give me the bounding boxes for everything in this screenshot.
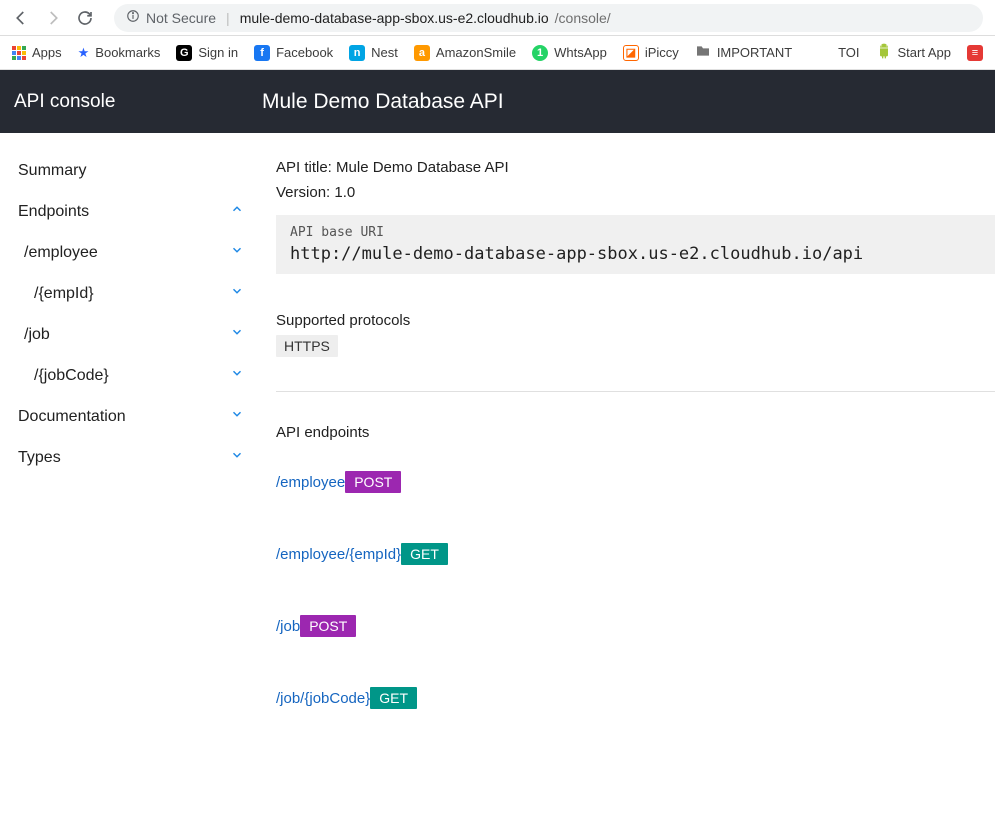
bookmark-label: Nest bbox=[371, 45, 398, 60]
endpoint-link[interactable]: /employee/{empId} bbox=[276, 546, 401, 563]
sidebar-item-label: /employee bbox=[24, 244, 98, 262]
bookmark-bookmarks[interactable]: ★ Bookmarks bbox=[78, 45, 161, 61]
sidebar-documentation[interactable]: Documentation bbox=[14, 396, 248, 437]
amazon-icon: a bbox=[414, 45, 430, 61]
method-badge[interactable]: GET bbox=[370, 687, 417, 709]
android-icon bbox=[876, 43, 892, 62]
main-content: API title: Mule Demo Database API Versio… bbox=[262, 133, 995, 799]
chevron-down-icon bbox=[230, 284, 244, 303]
protocol-badge: HTTPS bbox=[276, 335, 338, 357]
sidebar-endpoints[interactable]: Endpoints bbox=[14, 191, 248, 232]
url-path: /console/ bbox=[555, 10, 611, 26]
sidebar-item-label: Endpoints bbox=[18, 203, 89, 221]
chevron-down-icon bbox=[230, 243, 244, 262]
version-line: Version: 1.0 bbox=[276, 184, 995, 201]
address-bar[interactable]: Not Secure | mule-demo-database-app-sbox… bbox=[114, 4, 983, 32]
bookmark-label: WhtsApp bbox=[554, 45, 607, 60]
api-title-value: Mule Demo Database API bbox=[336, 159, 509, 176]
method-badge[interactable]: POST bbox=[345, 471, 401, 493]
page-title: Mule Demo Database API bbox=[262, 90, 504, 114]
bookmark-label: TOI bbox=[838, 45, 859, 60]
bookmark-nest[interactable]: n Nest bbox=[349, 45, 398, 61]
sidebar-item-label: /{jobCode} bbox=[34, 367, 109, 385]
chevron-down-icon bbox=[230, 325, 244, 344]
sidebar-endpoint-employee[interactable]: /employee bbox=[14, 232, 248, 273]
chevron-down-icon bbox=[230, 366, 244, 385]
not-secure-label: Not Secure bbox=[146, 10, 216, 26]
base-uri-value: http://mule-demo-database-app-sbox.us-e2… bbox=[290, 244, 981, 264]
sidebar-item-label: Documentation bbox=[18, 408, 126, 426]
brand-label: API console bbox=[0, 91, 262, 113]
supported-protocols-label: Supported protocols bbox=[276, 312, 995, 329]
sidebar-types[interactable]: Types bbox=[14, 437, 248, 478]
bookmark-toi[interactable]: TOI bbox=[838, 45, 859, 60]
sidebar-endpoint-jobcode[interactable]: /{jobCode} bbox=[14, 355, 248, 396]
endpoint-link[interactable]: /job/{jobCode} bbox=[276, 690, 370, 707]
endpoint-link[interactable]: /employee bbox=[276, 474, 345, 491]
sidebar-item-label: /{empId} bbox=[34, 285, 94, 303]
endpoint-block: /jobPOST bbox=[276, 615, 995, 641]
bookmark-label: AmazonSmile bbox=[436, 45, 516, 60]
bookmark-apps[interactable]: Apps bbox=[12, 45, 62, 60]
bookmark-label: iPiccy bbox=[645, 45, 679, 60]
nest-icon: n bbox=[349, 45, 365, 61]
sidebar-item-label: Types bbox=[18, 449, 61, 467]
bookmark-facebook[interactable]: f Facebook bbox=[254, 45, 333, 61]
bookmark-whtsapp[interactable]: 1 WhtsApp bbox=[532, 45, 607, 61]
endpoints-list: /employeePOST/employee/{empId}GET/jobPOS… bbox=[276, 471, 995, 713]
url-host: mule-demo-database-app-sbox.us-e2.cloudh… bbox=[240, 10, 549, 26]
divider bbox=[276, 391, 995, 392]
folder-icon bbox=[695, 43, 711, 62]
bookmark-amazonsmile[interactable]: a AmazonSmile bbox=[414, 45, 516, 61]
chevron-down-icon bbox=[230, 407, 244, 426]
version-value: 1.0 bbox=[334, 184, 355, 201]
forward-button[interactable] bbox=[44, 9, 62, 27]
chevron-up-icon bbox=[230, 202, 244, 221]
sidebar: Summary Endpoints /employee /{empId} /jo… bbox=[0, 133, 262, 799]
chevron-down-icon bbox=[230, 448, 244, 467]
endpoint-block: /employeePOST bbox=[276, 471, 995, 497]
bookmark-label: Facebook bbox=[276, 45, 333, 60]
sidebar-item-label: Summary bbox=[18, 162, 86, 180]
reload-button[interactable] bbox=[76, 9, 94, 27]
apps-icon bbox=[12, 46, 26, 60]
address-separator: | bbox=[226, 10, 230, 26]
endpoint-block: /job/{jobCode}GET bbox=[276, 687, 995, 713]
bookmark-label: Sign in bbox=[198, 45, 238, 60]
sidebar-item-label: /job bbox=[24, 326, 50, 344]
menu-icon: ≡ bbox=[967, 45, 983, 61]
bookmarks-bar: Apps ★ Bookmarks G Sign in f Facebook n … bbox=[0, 36, 995, 70]
app-header: API console Mule Demo Database API bbox=[0, 70, 995, 133]
bookmark-label: IMPORTANT bbox=[717, 45, 792, 60]
method-badge[interactable]: GET bbox=[401, 543, 448, 565]
star-icon: ★ bbox=[78, 45, 90, 61]
back-button[interactable] bbox=[12, 9, 30, 27]
endpoint-link[interactable]: /job bbox=[276, 618, 300, 635]
sidebar-endpoint-empid[interactable]: /{empId} bbox=[14, 273, 248, 314]
version-label: Version: bbox=[276, 184, 334, 201]
sidebar-endpoint-job[interactable]: /job bbox=[14, 314, 248, 355]
method-badge[interactable]: POST bbox=[300, 615, 356, 637]
signin-icon: G bbox=[176, 45, 192, 61]
base-uri-label: API base URI bbox=[290, 225, 981, 240]
api-title-label: API title: bbox=[276, 159, 336, 176]
endpoints-heading: API endpoints bbox=[276, 424, 995, 441]
base-uri-box: API base URI http://mule-demo-database-a… bbox=[276, 215, 995, 274]
info-icon bbox=[126, 9, 140, 26]
endpoint-block: /employee/{empId}GET bbox=[276, 543, 995, 569]
api-title-line: API title: Mule Demo Database API bbox=[276, 159, 995, 176]
bookmark-label: Apps bbox=[32, 45, 62, 60]
bookmark-label: Bookmarks bbox=[95, 45, 160, 60]
ipiccy-icon: ◪ bbox=[623, 45, 639, 61]
bookmark-label: Start App bbox=[898, 45, 951, 60]
sidebar-summary[interactable]: Summary bbox=[14, 151, 248, 191]
bookmark-startapp[interactable]: Start App bbox=[876, 43, 951, 62]
bookmark-signin[interactable]: G Sign in bbox=[176, 45, 238, 61]
bookmark-important[interactable]: IMPORTANT bbox=[695, 43, 792, 62]
facebook-icon: f bbox=[254, 45, 270, 61]
whatsapp-icon: 1 bbox=[532, 45, 548, 61]
browser-toolbar: Not Secure | mule-demo-database-app-sbox… bbox=[0, 0, 995, 36]
bookmark-extra[interactable]: ≡ bbox=[967, 45, 983, 61]
bookmark-ipiccy[interactable]: ◪ iPiccy bbox=[623, 45, 679, 61]
